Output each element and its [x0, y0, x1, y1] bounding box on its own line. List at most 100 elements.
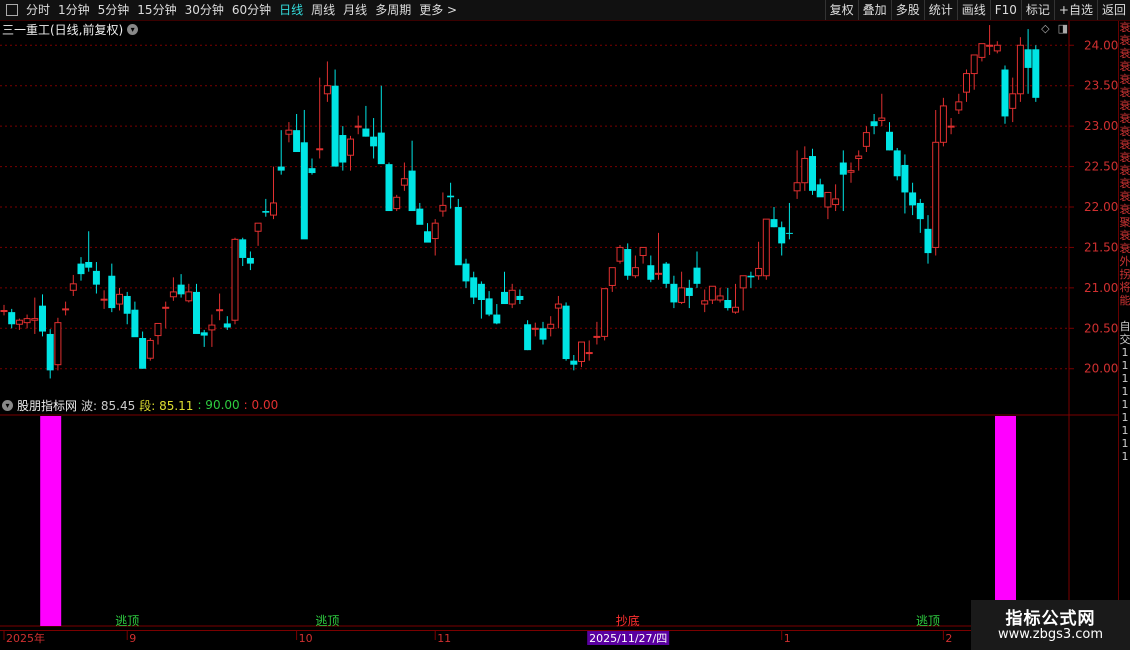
candle: [231, 237, 239, 325]
candle-body: [893, 150, 901, 177]
period-tab[interactable]: 多周期: [371, 0, 415, 20]
candle: [1032, 45, 1040, 102]
side-panel-char: 衰: [1119, 229, 1130, 242]
candle-body: [616, 246, 624, 262]
candle: [901, 154, 909, 214]
candle-body: [1001, 69, 1009, 117]
candle: [1009, 77, 1017, 123]
toolbar-button[interactable]: 画线: [956, 0, 990, 20]
candle-body: [762, 218, 770, 277]
candle: [223, 316, 231, 330]
candle: [277, 130, 285, 175]
period-tab[interactable]: 分时: [22, 0, 54, 20]
candle: [816, 178, 824, 198]
candle: [146, 338, 154, 361]
candlestick-chart[interactable]: 24.00 23.50 23.00 22.50 22.00 21.50 21.00 20.50…: [0, 21, 1118, 416]
candle: [685, 279, 693, 309]
side-panel-char: 衰: [1119, 177, 1130, 190]
candle-body: [254, 222, 262, 232]
period-tabs: 分时 1分钟 5分钟 15分钟 30分钟 60分钟 日线 周线 月线 多周期 更多 >: [22, 0, 461, 20]
candle-body: [262, 211, 270, 213]
candle: [246, 251, 254, 271]
candle-body: [1016, 44, 1024, 95]
candle: [216, 293, 224, 321]
side-panel-char: 衰: [1119, 203, 1130, 216]
candle-body: [454, 207, 462, 266]
candle: [92, 261, 100, 294]
candle-body: [39, 305, 46, 332]
candle: [809, 148, 816, 195]
candle: [970, 54, 978, 90]
candle-body: [993, 44, 1001, 52]
candle: [678, 271, 686, 305]
candle-body: [824, 191, 832, 208]
candle: [270, 166, 277, 220]
toolbar-button[interactable]: 返回: [1096, 0, 1130, 20]
period-tab[interactable]: 更多 >: [415, 0, 461, 20]
candle-body: [223, 323, 231, 328]
candle: [362, 105, 370, 137]
side-panel-char: 衰: [1119, 138, 1130, 151]
toolbar-button[interactable]: 标记: [1020, 0, 1054, 20]
candle: [169, 277, 177, 301]
candle: [100, 290, 108, 309]
candle: [770, 207, 778, 228]
candle-body: [901, 164, 909, 193]
candle: [370, 118, 378, 159]
candle: [701, 289, 709, 313]
toolbar-button[interactable]: +自选: [1053, 0, 1097, 20]
period-tab[interactable]: 5分钟: [94, 0, 134, 20]
candle: [716, 287, 724, 303]
toolbar-button[interactable]: 统计: [923, 0, 957, 20]
window-icon[interactable]: [6, 4, 18, 16]
candle-body: [23, 318, 31, 324]
candle-body: [932, 141, 940, 248]
candle-body: [778, 227, 786, 244]
indicator-chart[interactable]: 逃顶 逃顶 抄底 逃顶: [0, 396, 1118, 630]
candle-body: [839, 162, 847, 175]
candle: [562, 302, 570, 361]
period-tab[interactable]: 月线: [339, 0, 371, 20]
date-tick-label: 10: [299, 632, 313, 645]
side-panel-char: 将: [1119, 281, 1130, 294]
toolbar-button[interactable]: 复权: [824, 0, 858, 20]
price-tick-label: 23.00: [1084, 119, 1118, 133]
candle: [262, 198, 270, 217]
candle: [963, 69, 970, 102]
period-tab[interactable]: 30分钟: [181, 0, 228, 20]
period-tab[interactable]: 1分钟: [54, 0, 94, 20]
side-panel-char: 1: [1121, 450, 1129, 463]
candle: [801, 146, 809, 191]
candle-body: [69, 283, 77, 291]
price-tick-label: 21.00: [1084, 281, 1118, 295]
candle-body: [216, 309, 224, 312]
candle: [631, 255, 639, 279]
candle-body: [524, 324, 532, 351]
indicator-bar: [40, 416, 62, 626]
toolbar-button[interactable]: 多股: [890, 0, 924, 20]
toolbar-button[interactable]: F10: [989, 0, 1021, 20]
right-side-panel[interactable]: 衰衰衰衰衰衰衰衰衰衰衰衰衰衰衰聚衰衰外拐将能 自交111111111: [1118, 21, 1130, 629]
candle-body: [639, 246, 647, 257]
candle: [639, 246, 647, 264]
top-toolbar: 分时 1分钟 5分钟 15分钟 30分钟 60分钟 日线 周线 月线 多周期 更多 > 复权 叠加 多股…: [0, 0, 1130, 21]
period-tab[interactable]: 日线: [275, 0, 307, 20]
candle-body: [554, 303, 562, 309]
candle: [193, 283, 200, 334]
candle: [893, 147, 901, 181]
candle-body: [670, 283, 678, 303]
watermark-url: www.zbgs3.com: [997, 627, 1104, 642]
side-panel-char: 衰: [1119, 34, 1130, 47]
candle: [601, 288, 609, 341]
candle-body: [200, 332, 208, 336]
candle: [0, 304, 8, 316]
candle: [23, 314, 31, 329]
period-tab[interactable]: 15分钟: [133, 0, 180, 20]
candle-body: [377, 132, 385, 165]
candle-body: [870, 121, 878, 127]
side-panel-char: 1: [1121, 424, 1129, 437]
candle: [878, 93, 886, 127]
period-tab[interactable]: 60分钟: [228, 0, 275, 20]
period-tab[interactable]: 周线: [307, 0, 339, 20]
toolbar-button[interactable]: 叠加: [857, 0, 891, 20]
